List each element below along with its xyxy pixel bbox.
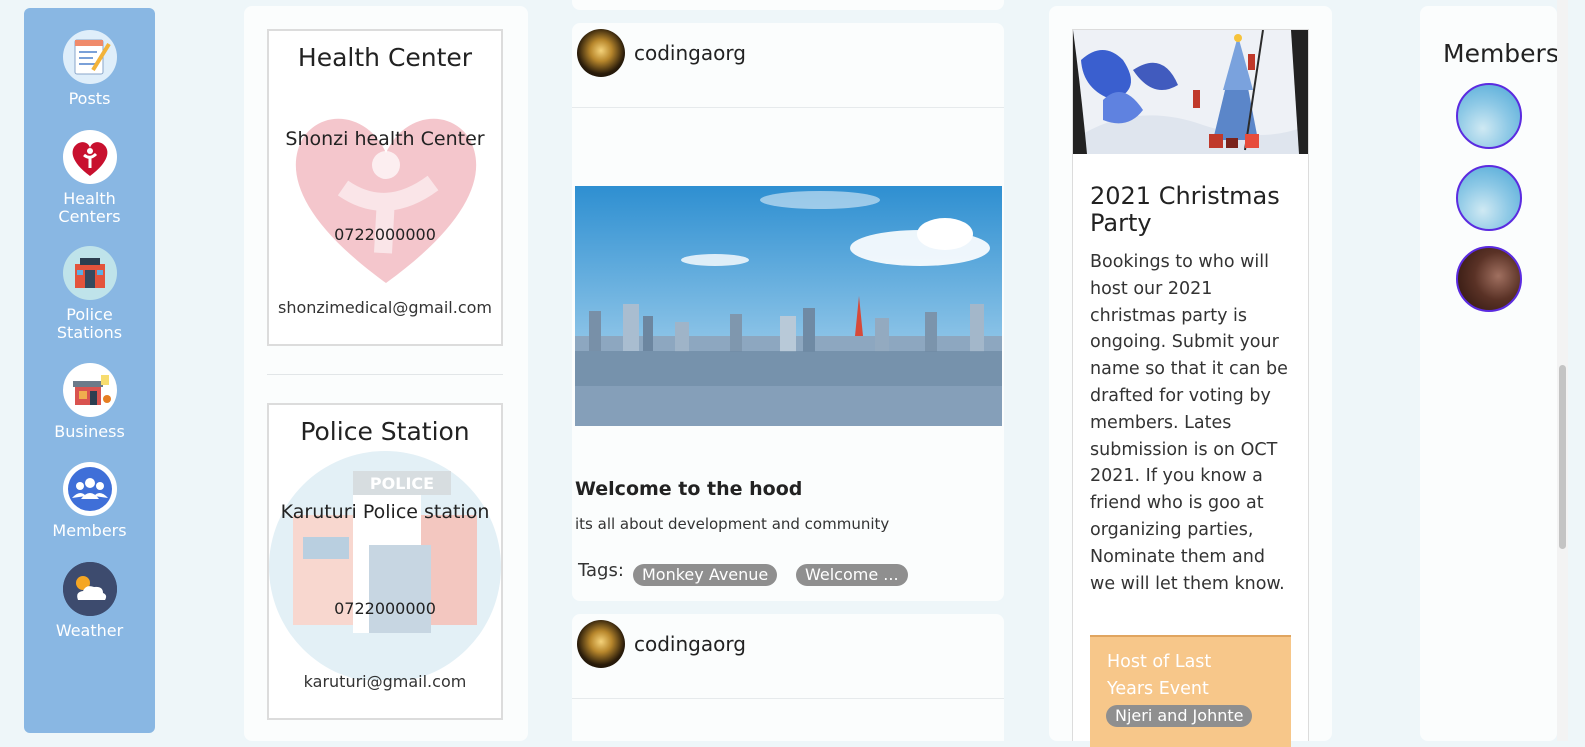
previous-post-card <box>572 0 1004 10</box>
heart-icon <box>62 130 117 184</box>
post-author[interactable]: codingaorg <box>634 41 746 65</box>
health-center-card[interactable]: Health Center Shonzi health Center 07220… <box>267 29 503 346</box>
nav-label: Weather <box>55 621 124 640</box>
event-card[interactable]: 2021 Christmas Party Bookings to who wil… <box>1072 29 1309 747</box>
event-description: Bookings to who will host our 2021 chris… <box>1090 252 1288 594</box>
shop-icon <box>62 363 117 417</box>
event-host-box: Host of Last Years Event Njeri and Johnt… <box>1090 635 1291 747</box>
scrollbar-track[interactable] <box>1557 0 1568 741</box>
nav-label: Health Centers <box>58 189 121 226</box>
health-center-phone: 0722000000 <box>334 225 436 244</box>
post-card[interactable]: codingaorg <box>572 614 1004 741</box>
card-heading: Health Center <box>297 43 473 72</box>
posts-icon <box>62 30 117 84</box>
host-label: Host of Last Years Event <box>1107 652 1212 699</box>
nav-item-health-centers[interactable]: Health Centers <box>24 130 155 226</box>
sidebar-nav: Posts Health Centers Police Stations Bus… <box>24 8 155 733</box>
event-image[interactable] <box>1073 30 1308 154</box>
scrollbar-thumb[interactable] <box>1559 365 1566 549</box>
police-sign-text: POLICE <box>370 474 434 493</box>
members-heading: Members <box>1443 39 1557 68</box>
nav-label: Posts <box>68 89 111 108</box>
police-station-card[interactable]: Police Station POLICE Karuturi Police st… <box>267 403 503 720</box>
avatar[interactable] <box>577 620 625 668</box>
tags-label: Tags: <box>578 560 624 581</box>
health-center-email: shonzimedical@gmail.com <box>277 298 493 317</box>
divider <box>572 107 1004 108</box>
health-center-name: Shonzi health Center <box>285 128 485 150</box>
nav-item-police-stations[interactable]: Police Stations <box>24 246 155 342</box>
nav-label: Police Stations <box>56 305 123 342</box>
nav-item-business[interactable]: Business <box>24 363 155 441</box>
event-title: 2021 Christmas Party <box>1090 182 1280 237</box>
nav-label: Members <box>52 521 127 540</box>
tag-chip[interactable]: Monkey Avenue <box>633 564 778 586</box>
avatar[interactable] <box>577 29 625 77</box>
nav-item-weather[interactable]: Weather <box>24 562 155 640</box>
divider <box>267 374 503 375</box>
police-station-email: karuturi@gmail.com <box>303 672 467 691</box>
nav-item-members[interactable]: Members <box>24 462 155 540</box>
post-title: Welcome to the hood <box>575 478 803 500</box>
nav-item-posts[interactable]: Posts <box>24 30 155 108</box>
avatar[interactable] <box>1456 83 1522 149</box>
police-station-icon <box>62 246 117 300</box>
divider <box>572 698 1004 699</box>
avatar[interactable] <box>1456 165 1522 231</box>
card-heading: Police Station <box>300 417 470 446</box>
weather-icon <box>62 562 117 616</box>
avatar[interactable] <box>1456 246 1522 312</box>
tag-chip[interactable]: Welcome ... <box>796 564 908 586</box>
nav-label: Business <box>54 422 125 441</box>
post-author[interactable]: codingaorg <box>634 632 746 656</box>
post-body: its all about development and community <box>575 515 890 533</box>
police-station-phone: 0722000000 <box>334 599 436 618</box>
host-name-chip[interactable]: Njeri and Johnte <box>1106 705 1253 727</box>
police-station-image: POLICE <box>269 451 501 680</box>
post-card[interactable]: codingaorg Welcome to the hood its all a… <box>572 23 1004 601</box>
members-icon <box>62 462 117 516</box>
police-station-name: Karuturi Police station <box>280 501 490 523</box>
post-image[interactable] <box>575 186 1002 426</box>
